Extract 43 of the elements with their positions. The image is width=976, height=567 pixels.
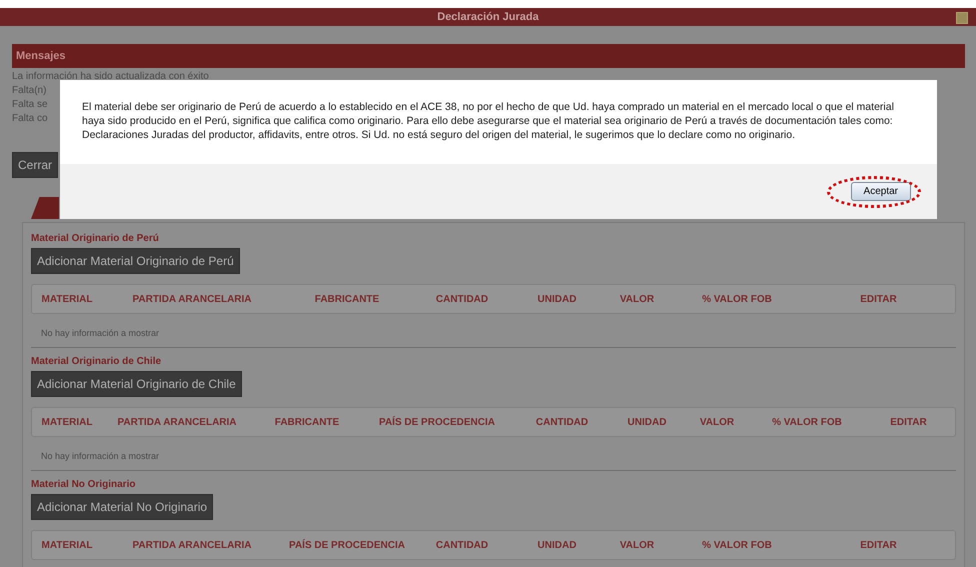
column-header: EDITAR [859, 294, 898, 304]
add-material-button[interactable]: Adicionar Material Originario de Chile [31, 371, 242, 397]
add-material-button[interactable]: Adicionar Material Originario de Perú [31, 248, 240, 274]
modal-message: El material debe ser originario de Perú de acuerdo a lo establecido en el ACE 38, no por el hecho de que Ud. haya comprado un material en el mercado local o que el material haya sido producido en el Perú, significa que califica como originario. Para ello debe asegurarse que el material sea originario de Perú a través de documentación tales como: Declaraciones Juradas del productor, affidavits, entre otros. Si Ud. no está seguro del origen del material, le sugerimos que lo declare como no originario. [60, 80, 937, 164]
column-header: % VALOR FOB [701, 294, 773, 304]
column-header: PAÍS DE PROCEDENCIA [288, 540, 406, 550]
column-header: UNIDAD [536, 540, 578, 550]
close-button[interactable]: Cerrar [12, 152, 58, 178]
column-header: % VALOR FOB [701, 540, 773, 550]
column-header: EDITAR [859, 540, 898, 550]
column-header: MATERIAL [40, 416, 94, 428]
message-text: Falta se [12, 98, 48, 112]
empty-message: No hay información a mostrar [31, 437, 956, 471]
section-title: Material Originario de Perú [31, 233, 160, 244]
column-header: CANTIDAD [434, 294, 490, 304]
column-header: PAÍS DE PROCEDENCIA [378, 416, 496, 428]
column-header: VALOR [618, 294, 656, 304]
accept-button[interactable]: Aceptar [850, 182, 911, 201]
column-header: PARTIDA ARANCELARIA [116, 416, 238, 428]
column-header: MATERIAL [40, 294, 94, 304]
section-title: Material No Originario [31, 479, 136, 490]
tab-shape [31, 197, 59, 219]
column-header: EDITAR [889, 416, 928, 428]
window-title: Declaración Jurada [437, 11, 539, 23]
column-header: FABRICANTE [314, 294, 380, 304]
column-header: PARTIDA ARANCELARIA [131, 294, 253, 304]
column-header: VALOR [698, 416, 736, 428]
messages-title: Mensajes [16, 50, 66, 62]
column-header: CANTIDAD [534, 416, 590, 428]
column-header: VALOR [618, 540, 656, 550]
message-text: Falta co [12, 112, 48, 126]
message-text: Falta(n) [12, 84, 46, 98]
add-material-button[interactable]: Adicionar Material No Originario [31, 494, 214, 520]
column-header: CANTIDAD [434, 540, 490, 550]
empty-message: No hay información a mostrar [31, 314, 956, 348]
column-header: UNIDAD [626, 416, 668, 428]
column-header: MATERIAL [40, 540, 94, 550]
section-title: Material Originario de Chile [31, 356, 162, 367]
column-header: FABRICANTE [274, 416, 340, 428]
column-header: % VALOR FOB [771, 416, 843, 428]
close-icon[interactable] [956, 12, 968, 24]
column-header: PARTIDA ARANCELARIA [131, 540, 253, 550]
column-header: UNIDAD [536, 294, 578, 304]
